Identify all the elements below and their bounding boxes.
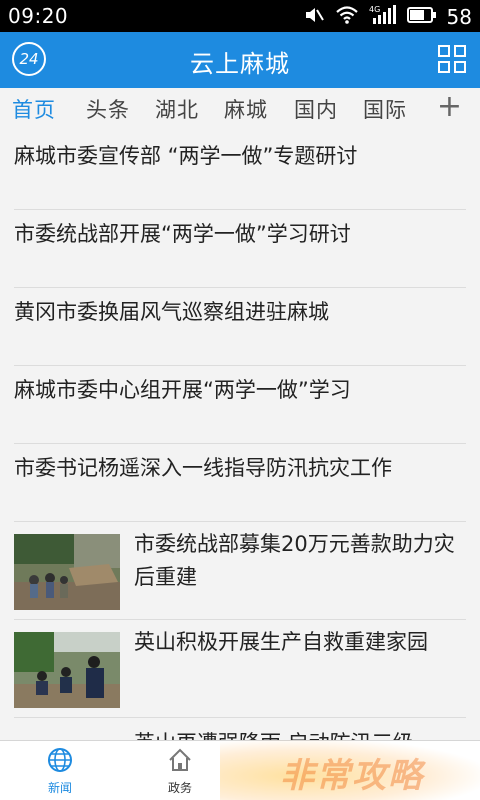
app-title: 云上麻城 <box>190 50 290 78</box>
app-bar: 24 云上麻城 <box>0 32 480 88</box>
network-type: 4G <box>369 5 380 14</box>
status-time: 09:20 <box>8 4 69 28</box>
news-thumbnail <box>14 632 120 708</box>
news-item[interactable]: 麻城市委中心组开展“两学一做”学习 <box>0 366 480 444</box>
channel-tabs: 首页 头条 湖北 麻城 国内 国际 + <box>0 88 480 132</box>
mute-icon <box>303 4 325 30</box>
tab-home[interactable]: 首页 <box>12 94 56 124</box>
news-headline: 市委统战部开展“两学一做”学习研讨 <box>14 222 351 246</box>
news-headline: 黄冈市委换届风气巡察组进驻麻城 <box>14 300 329 324</box>
news-item-with-image[interactable]: 市委统战部募集20万元善款助力灾后重建 <box>0 522 480 620</box>
news-item[interactable]: 麻城市委宣传部 “两学一做”专题研讨 <box>0 132 480 210</box>
tab-domestic[interactable]: 国内 <box>294 94 338 124</box>
news-item-with-image[interactable]: 英山积极开展生产自救重建家园 <box>0 620 480 718</box>
news-list: 麻城市委宣传部 “两学一做”专题研讨 市委统战部开展“两学一做”学习研讨 黄冈市… <box>0 132 480 522</box>
news-thumbnail <box>14 534 120 610</box>
news-headline: 市委统战部募集20万元善款助力灾后重建 <box>134 532 455 589</box>
globe-icon <box>48 748 72 772</box>
battery-level: 58 <box>446 5 472 29</box>
status-bar: 09:20 4G 58 <box>0 0 480 32</box>
news-headline: 英山积极开展生产自救重建家园 <box>134 630 428 654</box>
nav-government[interactable]: 政务 <box>150 747 210 796</box>
home-icon <box>169 748 191 771</box>
grid-icon <box>438 45 466 73</box>
nav-news[interactable]: 新闻 <box>30 747 90 796</box>
grid-menu-button[interactable] <box>438 45 466 73</box>
tab-international[interactable]: 国际 <box>363 94 407 124</box>
news-headline: 麻城市委宣传部 “两学一做”专题研讨 <box>14 144 358 168</box>
add-channel-button[interactable]: + <box>437 89 462 124</box>
battery-icon <box>406 6 437 28</box>
tab-headlines[interactable]: 头条 <box>86 94 130 124</box>
wifi-icon <box>335 5 359 29</box>
news-item[interactable]: 市委统战部开展“两学一做”学习研讨 <box>0 210 480 288</box>
divider <box>14 717 466 718</box>
news-item[interactable]: 市委书记杨遥深入一线指导防汛抗灾工作 <box>0 444 480 522</box>
status-icons: 4G 58 <box>303 4 472 30</box>
news-item[interactable]: 黄冈市委换届风气巡察组进驻麻城 <box>0 288 480 366</box>
news-headline: 市委书记杨遥深入一线指导防汛抗灾工作 <box>14 456 392 480</box>
tab-hubei[interactable]: 湖北 <box>155 94 199 124</box>
tab-macheng[interactable]: 麻城 <box>224 94 268 124</box>
bottom-nav: 新闻 政务 <box>0 740 480 800</box>
nav-news-label: 新闻 <box>47 781 72 795</box>
news-headline: 麻城市委中心组开展“两学一做”学习 <box>14 378 351 402</box>
nav-government-label: 政务 <box>167 781 192 795</box>
signal-icon: 4G <box>369 4 397 30</box>
